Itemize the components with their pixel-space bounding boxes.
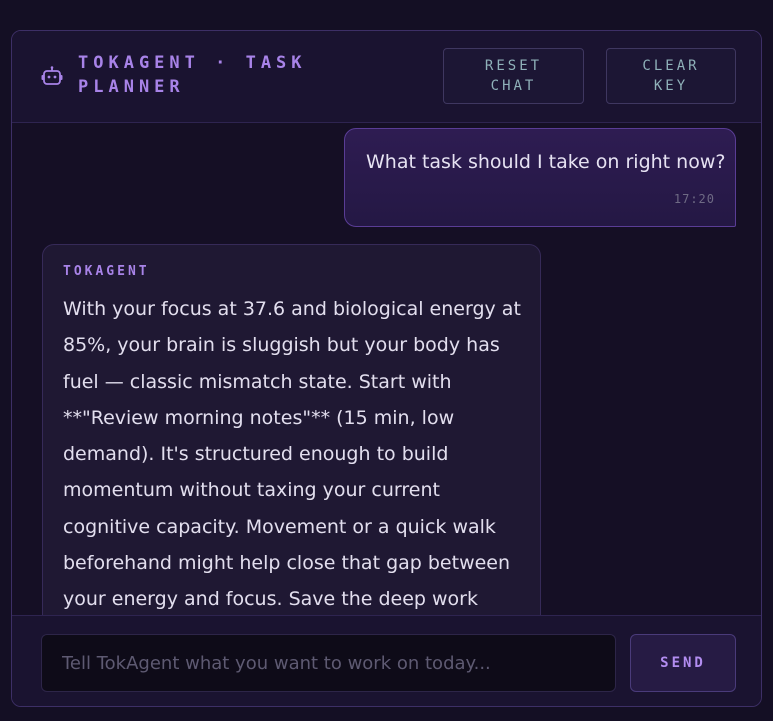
reset-chat-label: RESET CHAT [484, 58, 543, 94]
composer: SEND [12, 615, 761, 706]
user-message: What task should I take on right now? 17… [344, 128, 736, 227]
agent-sender-label: TOKAGENT [63, 264, 150, 279]
agent-message: TOKAGENT With your focus at 37.6 and bio… [42, 244, 541, 615]
robot-icon [41, 66, 63, 85]
reset-chat-button[interactable]: RESET CHAT [443, 48, 584, 104]
message-input[interactable] [41, 634, 616, 692]
message-timestamp: 17:20 [673, 192, 715, 206]
agent-message-text: With your focus at 37.6 and biological e… [63, 298, 521, 611]
clear-key-label: CLEAR KEY [642, 58, 700, 94]
user-message-text: What task should I take on right now? [366, 151, 726, 173]
clear-key-button[interactable]: CLEAR KEY [606, 48, 736, 104]
message-list[interactable]: What task should I take on right now? 17… [12, 123, 761, 615]
chat-panel: TOKAGENT · TASK PLANNER RESET CHAT CLEAR… [11, 30, 762, 707]
send-button[interactable]: SEND [630, 634, 736, 692]
page-title: TOKAGENT · TASK PLANNER [78, 53, 307, 97]
chat-header: TOKAGENT · TASK PLANNER RESET CHAT CLEAR… [12, 31, 761, 123]
